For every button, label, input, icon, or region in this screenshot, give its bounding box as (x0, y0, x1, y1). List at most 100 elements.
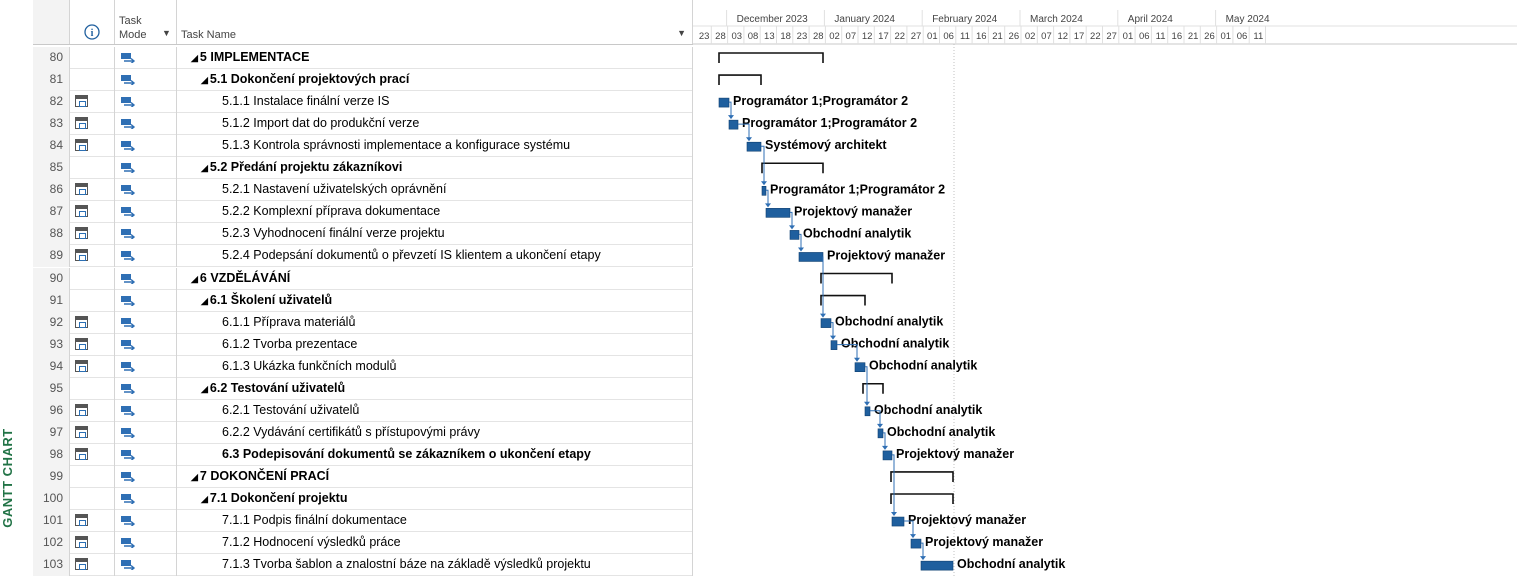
row-id[interactable]: 93 (33, 333, 70, 356)
collapse-toggle-icon[interactable]: ◢ (191, 472, 198, 482)
task-mode-cell[interactable] (115, 289, 177, 312)
table-row[interactable]: 88 5.2.3 Vyhodnocení finální verze projek… (33, 223, 693, 246)
collapse-toggle-icon[interactable]: ◢ (201, 494, 208, 504)
task-mode-cell[interactable] (115, 47, 177, 69)
row-id[interactable]: 96 (33, 399, 70, 422)
task-mode-cell[interactable] (115, 91, 177, 114)
task-name-cell[interactable]: 5.1.2 Import dat do produkční verze (177, 113, 693, 136)
row-id[interactable]: 98 (33, 443, 70, 466)
table-row[interactable]: 103 7.1.3 Tvorba šablon a znalostní báze … (33, 554, 693, 577)
task-mode-cell[interactable] (115, 311, 177, 334)
task-mode-cell[interactable] (115, 355, 177, 378)
task-mode-cell[interactable] (115, 554, 177, 577)
table-row[interactable]: 100 ◢ 7.1 Dokončení projektu (33, 488, 693, 510)
task-mode-cell[interactable] (115, 267, 177, 290)
row-id[interactable]: 84 (33, 135, 70, 158)
task-mode-cell[interactable] (115, 201, 177, 224)
row-id[interactable]: 97 (33, 421, 70, 444)
task-name-cell[interactable]: ◢ 7.1 Dokončení projektu (177, 488, 693, 510)
task-name-column-header[interactable]: Task Name ▼ (177, 0, 693, 44)
table-row[interactable]: 97 6.2.2 Vydávání certifikátů s přístupov… (33, 421, 693, 444)
task-mode-cell[interactable] (115, 223, 177, 246)
collapse-toggle-icon[interactable]: ◢ (191, 53, 198, 63)
task-name-cell[interactable]: ◢ 5.1 Dokončení projektových prací (177, 69, 693, 92)
task-name-cell[interactable]: 7.1.3 Tvorba šablon a znalostní báze na … (177, 554, 693, 577)
table-row[interactable]: 85 ◢ 5.2 Předání projektu zákazníkovi (33, 157, 693, 180)
row-id[interactable]: 82 (33, 91, 70, 114)
task-mode-cell[interactable] (115, 443, 177, 466)
table-row[interactable]: 89 5.2.4 Podepsání dokumentů o převzetí I… (33, 245, 693, 268)
task-name-cell[interactable]: 5.2.2 Komplexní příprava dokumentace (177, 201, 693, 224)
collapse-toggle-icon[interactable]: ◢ (191, 274, 198, 284)
table-row[interactable]: 87 5.2.2 Komplexní příprava dokumentace (33, 201, 693, 224)
table-row[interactable]: 93 6.1.2 Tvorba prezentace (33, 333, 693, 356)
task-mode-cell[interactable] (115, 245, 177, 268)
task-mode-cell[interactable] (115, 157, 177, 180)
table-row[interactable]: 90 ◢ 6 VZDĚLÁVÁNÍ (33, 267, 693, 290)
row-id[interactable]: 85 (33, 157, 70, 180)
row-id[interactable]: 83 (33, 113, 70, 136)
task-name-cell[interactable]: 6.1.2 Tvorba prezentace (177, 333, 693, 356)
task-mode-cell[interactable] (115, 510, 177, 533)
row-id[interactable]: 102 (33, 532, 70, 555)
task-name-cell[interactable]: 5.2.1 Nastavení uživatelských oprávnění (177, 179, 693, 202)
task-mode-column-header[interactable]: Task Mode ▼ (115, 0, 177, 44)
task-name-cell[interactable]: 6.2.1 Testování uživatelů (177, 399, 693, 422)
task-name-cell[interactable]: ◢ 5 IMPLEMENTACE (177, 47, 693, 69)
task-name-cell[interactable]: ◢ 5.2 Předání projektu zákazníkovi (177, 157, 693, 180)
gantt-chart-area[interactable]: 23 28 03 08 13 18 23 28 02 07 12 17 22 27 01 06 11 16 21 26… (693, 0, 1517, 577)
task-name-cell[interactable]: ◢ 6.1 Školení uživatelů (177, 289, 693, 312)
row-id[interactable]: 87 (33, 201, 70, 224)
task-mode-cell[interactable] (115, 69, 177, 92)
table-row[interactable]: 102 7.1.2 Hodnocení výsledků práce (33, 532, 693, 555)
task-mode-cell[interactable] (115, 421, 177, 444)
row-id[interactable]: 91 (33, 289, 70, 312)
table-row[interactable]: 101 7.1.1 Podpis finální dokumentace (33, 510, 693, 533)
row-id[interactable]: 94 (33, 355, 70, 378)
view-side-bar[interactable]: GANTT CHART (0, 0, 33, 577)
task-name-cell[interactable]: 7.1.1 Podpis finální dokumentace (177, 510, 693, 533)
task-mode-cell[interactable] (115, 399, 177, 422)
table-row[interactable]: 96 6.2.1 Testování uživatelů (33, 399, 693, 422)
task-name-cell[interactable]: 6.3 Podepisování dokumentů se zákazníkem… (177, 443, 693, 466)
task-mode-cell[interactable] (115, 532, 177, 555)
collapse-toggle-icon[interactable]: ◢ (201, 75, 208, 85)
task-mode-cell[interactable] (115, 113, 177, 136)
row-id[interactable]: 89 (33, 245, 70, 268)
row-id[interactable]: 86 (33, 179, 70, 202)
row-id[interactable]: 80 (33, 47, 70, 69)
indicators-column-header[interactable]: i (70, 0, 115, 44)
task-mode-cell[interactable] (115, 488, 177, 510)
row-id[interactable]: 81 (33, 69, 70, 92)
row-id[interactable]: 101 (33, 510, 70, 533)
task-name-cell[interactable]: 5.1.3 Kontrola správnosti implementace a… (177, 135, 693, 158)
task-name-cell[interactable]: 5.1.1 Instalace finální verze IS (177, 91, 693, 114)
table-row[interactable]: 84 5.1.3 Kontrola správnosti implementace… (33, 135, 693, 158)
task-name-cell[interactable]: 7.1.2 Hodnocení výsledků práce (177, 532, 693, 555)
row-id[interactable]: 103 (33, 554, 70, 577)
task-mode-cell[interactable] (115, 135, 177, 158)
collapse-toggle-icon[interactable]: ◢ (201, 296, 208, 306)
table-row[interactable]: 92 6.1.1 Příprava materiálů (33, 311, 693, 334)
chevron-down-icon[interactable]: ▼ (162, 28, 171, 38)
table-row[interactable]: 99 ◢ 7 DOKONČENÍ PRACÍ (33, 465, 693, 488)
task-name-cell[interactable]: 6.1.1 Příprava materiálů (177, 311, 693, 334)
collapse-toggle-icon[interactable]: ◢ (201, 163, 208, 173)
chevron-down-icon[interactable]: ▼ (677, 28, 686, 38)
task-name-cell[interactable]: 5.2.3 Vyhodnocení finální verze projektu (177, 223, 693, 246)
collapse-toggle-icon[interactable]: ◢ (201, 384, 208, 394)
table-row[interactable]: 86 5.2.1 Nastavení uživatelských oprávněn… (33, 179, 693, 202)
table-row[interactable]: 91 ◢ 6.1 Školení uživatelů (33, 289, 693, 312)
row-id[interactable]: 92 (33, 311, 70, 334)
row-id[interactable]: 99 (33, 465, 70, 488)
task-name-cell[interactable]: ◢ 7 DOKONČENÍ PRACÍ (177, 465, 693, 488)
task-name-cell[interactable]: 6.1.3 Ukázka funkčních modulů (177, 355, 693, 378)
table-row[interactable]: 94 6.1.3 Ukázka funkčních modulů (33, 355, 693, 378)
row-id[interactable]: 95 (33, 377, 70, 400)
task-mode-cell[interactable] (115, 179, 177, 202)
table-row[interactable]: 98 6.3 Podepisování dokumentů se zákazník… (33, 443, 693, 466)
task-name-cell[interactable]: ◢ 6.2 Testování uživatelů (177, 377, 693, 400)
table-row[interactable]: 80 ◢ 5 IMPLEMENTACE (33, 47, 693, 69)
task-mode-cell[interactable] (115, 377, 177, 400)
table-row[interactable]: 82 5.1.1 Instalace finální verze IS (33, 91, 693, 114)
